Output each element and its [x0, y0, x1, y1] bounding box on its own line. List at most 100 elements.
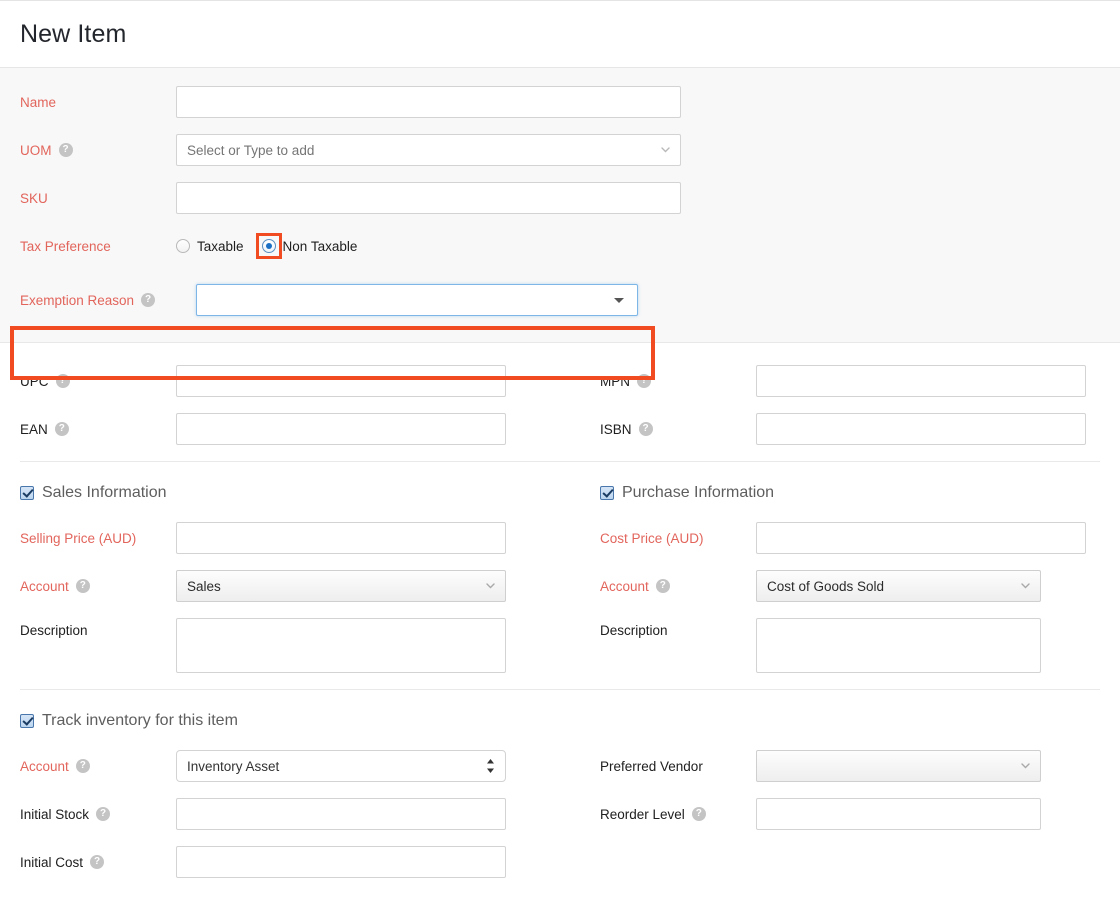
- identifiers-right-column: MPN ? ISBN ?: [560, 365, 1120, 445]
- row-uom: UOM ?: [0, 134, 1120, 166]
- inventory-left-column: Track inventory for this item Account ? …: [0, 712, 560, 878]
- row-inventory-account: Account ? Inventory Asset: [0, 750, 560, 782]
- label-purchase-account: Account ?: [560, 579, 756, 594]
- radio-taxable[interactable]: Taxable: [176, 239, 244, 254]
- purchase-account-value: Cost of Goods Sold: [756, 570, 1041, 602]
- preferred-vendor-select[interactable]: [756, 750, 1041, 782]
- label-sku: SKU: [0, 191, 176, 206]
- purchase-information-title: Purchase Information: [622, 484, 774, 502]
- label-purchase-description: Description: [560, 618, 756, 638]
- label-sales-description: Description: [0, 618, 176, 638]
- inventory-account-value: Inventory Asset: [176, 750, 506, 782]
- row-reorder-level: Reorder Level ?: [560, 798, 1120, 830]
- upc-input[interactable]: [176, 365, 506, 397]
- label-uom: UOM ?: [0, 143, 176, 158]
- label-mpn: MPN ?: [560, 374, 756, 389]
- label-initial-cost: Initial Cost ?: [0, 855, 176, 870]
- row-purchase-description: Description: [560, 618, 1120, 673]
- sales-account-value: Sales: [176, 570, 506, 602]
- preferred-vendor-value: [756, 750, 1041, 782]
- ean-input[interactable]: [176, 413, 506, 445]
- inventory-columns: Track inventory for this item Account ? …: [0, 690, 1120, 894]
- radio-taxable-label: Taxable: [197, 239, 244, 254]
- label-sales-account: Account ?: [0, 579, 176, 594]
- initial-stock-input[interactable]: [176, 798, 506, 830]
- cost-price-input[interactable]: [756, 522, 1086, 554]
- mpn-input[interactable]: [756, 365, 1086, 397]
- basic-info-section: Name UOM ? SKU Tax Preference Taxable: [0, 68, 1120, 343]
- help-icon[interactable]: ?: [55, 422, 69, 436]
- identifiers-columns: UPC ? EAN ? MPN ?: [0, 343, 1120, 461]
- label-isbn: ISBN ?: [560, 422, 756, 437]
- row-initial-cost: Initial Cost ?: [0, 846, 560, 878]
- identifiers-left-column: UPC ? EAN ?: [0, 365, 560, 445]
- selling-price-input[interactable]: [176, 522, 506, 554]
- page-header: New Item: [0, 1, 1120, 68]
- purchase-account-select[interactable]: Cost of Goods Sold: [756, 570, 1041, 602]
- uom-input[interactable]: [176, 134, 681, 166]
- sales-information-header[interactable]: Sales Information: [0, 484, 560, 502]
- help-icon[interactable]: ?: [639, 422, 653, 436]
- label-initial-stock: Initial Stock ?: [0, 807, 176, 822]
- label-cost-price: Cost Price (AUD): [560, 531, 756, 546]
- name-input[interactable]: [176, 86, 681, 118]
- row-cost-price: Cost Price (AUD): [560, 522, 1120, 554]
- track-inventory-title: Track inventory for this item: [42, 712, 238, 730]
- sku-input[interactable]: [176, 182, 681, 214]
- row-name: Name: [0, 86, 1120, 118]
- help-icon[interactable]: ?: [141, 293, 155, 307]
- purchase-information-column: Purchase Information Cost Price (AUD) Ac…: [560, 484, 1120, 673]
- help-icon[interactable]: ?: [90, 855, 104, 869]
- exemption-reason-input[interactable]: [196, 284, 638, 316]
- row-preferred-vendor: Preferred Vendor: [560, 750, 1120, 782]
- label-reorder-level: Reorder Level ?: [560, 807, 756, 822]
- label-exemption-reason: Exemption Reason ?: [0, 293, 196, 308]
- reorder-level-input[interactable]: [756, 798, 1041, 830]
- row-sales-description: Description: [0, 618, 560, 673]
- help-icon[interactable]: ?: [56, 374, 70, 388]
- purchase-information-header[interactable]: Purchase Information: [560, 484, 1120, 502]
- label-selling-price: Selling Price (AUD): [0, 531, 176, 546]
- isbn-input[interactable]: [756, 413, 1086, 445]
- help-icon[interactable]: ?: [656, 579, 670, 593]
- row-sku: SKU: [0, 182, 1120, 214]
- help-icon[interactable]: ?: [637, 374, 651, 388]
- checkbox-checked-icon[interactable]: [20, 714, 34, 728]
- row-selling-price: Selling Price (AUD): [0, 522, 560, 554]
- help-icon[interactable]: ?: [692, 807, 706, 821]
- radio-non-taxable-label: Non Taxable: [283, 239, 358, 254]
- sales-account-select[interactable]: Sales: [176, 570, 506, 602]
- identifiers-section: UPC ? EAN ? MPN ?: [0, 343, 1120, 894]
- radio-selected-icon: [262, 239, 276, 253]
- inventory-right-column: Preferred Vendor Reorder Level ?: [560, 712, 1120, 878]
- radio-non-taxable-wrapper: Non Taxable: [262, 239, 358, 254]
- sales-description-textarea[interactable]: [176, 618, 506, 673]
- uom-select[interactable]: [176, 134, 681, 166]
- row-exemption-reason: Exemption Reason ?: [0, 284, 1120, 316]
- sales-information-column: Sales Information Selling Price (AUD) Ac…: [0, 484, 560, 673]
- label-tax-preference: Tax Preference: [0, 239, 176, 254]
- help-icon[interactable]: ?: [59, 143, 73, 157]
- checkbox-checked-icon[interactable]: [20, 486, 34, 500]
- row-sales-account: Account ? Sales: [0, 570, 560, 602]
- row-initial-stock: Initial Stock ?: [0, 798, 560, 830]
- inventory-account-select[interactable]: Inventory Asset: [176, 750, 506, 782]
- label-name: Name: [0, 95, 176, 110]
- purchase-description-textarea[interactable]: [756, 618, 1041, 673]
- row-upc: UPC ?: [0, 365, 560, 397]
- tax-preference-radio-group[interactable]: Taxable Non Taxable: [176, 235, 357, 257]
- checkbox-checked-icon[interactable]: [600, 486, 614, 500]
- help-icon[interactable]: ?: [76, 579, 90, 593]
- sales-purchase-columns: Sales Information Selling Price (AUD) Ac…: [0, 462, 1120, 689]
- radio-icon: [176, 239, 190, 253]
- exemption-reason-select[interactable]: [196, 284, 638, 316]
- help-icon[interactable]: ?: [76, 759, 90, 773]
- label-preferred-vendor: Preferred Vendor: [560, 759, 756, 774]
- track-inventory-header[interactable]: Track inventory for this item: [0, 712, 560, 730]
- initial-cost-input[interactable]: [176, 846, 506, 878]
- label-inventory-account: Account ?: [0, 759, 176, 774]
- page-title: New Item: [20, 20, 126, 49]
- row-mpn: MPN ?: [560, 365, 1120, 397]
- radio-non-taxable[interactable]: Non Taxable: [262, 239, 358, 254]
- help-icon[interactable]: ?: [96, 807, 110, 821]
